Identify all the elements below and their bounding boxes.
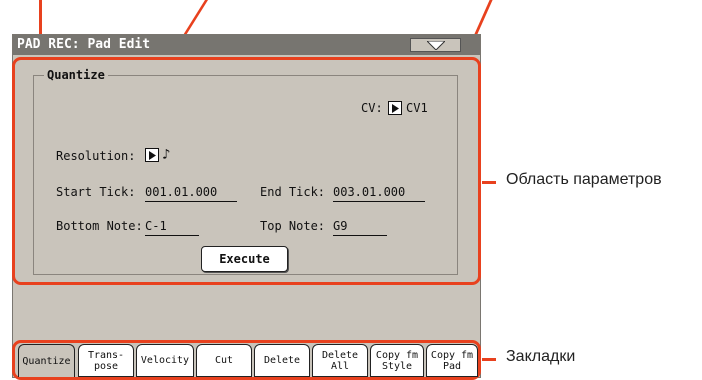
tab-copy-from-pad-label: Copy fm Pad: [430, 349, 474, 372]
tab-transpose[interactable]: Trans- pose: [78, 344, 134, 377]
tab-copy-from-style-label: Copy fm Style: [375, 349, 419, 372]
display-screen: PAD REC: Pad Edit Quantize CV: CV1 Resol…: [12, 34, 481, 380]
tab-delete-all[interactable]: Delete All: [312, 344, 368, 377]
quantize-group: Quantize CV: CV1 Resolution: ♪ Start Tic…: [33, 68, 458, 275]
top-note-label: Top Note:: [260, 219, 326, 233]
triangle-down-icon: [427, 41, 445, 50]
tab-quantize-label: Quantize: [22, 355, 71, 367]
cv-selector-button[interactable]: [388, 101, 402, 115]
bottom-note-field[interactable]: C-1: [145, 219, 199, 236]
tab-velocity-label: Velocity: [140, 355, 190, 366]
resolution-value[interactable]: ♪: [162, 148, 170, 162]
end-tick-field[interactable]: 003.01.000: [333, 185, 425, 202]
callout-tabs: Закладки: [506, 348, 576, 365]
start-tick-field[interactable]: 001.01.000: [145, 185, 237, 202]
tab-delete-all-label: Delete All: [321, 349, 359, 372]
callout-parameters-area: Область параметров: [506, 171, 662, 188]
quantize-group-label: Quantize: [44, 68, 108, 82]
cv-label: CV:: [361, 101, 383, 115]
end-tick-label: End Tick:: [260, 185, 326, 199]
callout-leader-parameters: [482, 181, 496, 184]
page-title: PAD REC: Pad Edit: [17, 37, 151, 52]
top-note-field[interactable]: G9: [333, 219, 387, 236]
page-menu-button[interactable]: [410, 38, 461, 52]
tab-cut-label: Cut: [214, 355, 234, 366]
start-tick-label: Start Tick:: [56, 185, 136, 199]
play-arrow-icon: [392, 104, 399, 113]
pointer-line-left: [39, 0, 42, 34]
tab-copy-from-style[interactable]: Copy fm Style: [370, 344, 424, 377]
tab-velocity[interactable]: Velocity: [136, 344, 194, 377]
cv-value[interactable]: CV1: [406, 101, 428, 115]
execute-button[interactable]: Execute: [201, 246, 288, 272]
title-bar: PAD REC: Pad Edit: [13, 35, 480, 55]
tab-delete[interactable]: Delete: [254, 344, 310, 377]
play-arrow-icon: [149, 151, 156, 160]
resolution-selector-button[interactable]: [145, 148, 159, 162]
tab-transpose-label: Trans- pose: [87, 349, 125, 372]
tab-delete-label: Delete: [263, 355, 301, 366]
tab-copy-from-pad[interactable]: Copy fm Pad: [426, 344, 478, 377]
resolution-label: Resolution:: [56, 149, 136, 163]
bottom-note-label: Bottom Note:: [56, 219, 143, 233]
tab-cut[interactable]: Cut: [196, 344, 252, 377]
callout-leader-tabs: [482, 358, 496, 361]
tab-quantize[interactable]: Quantize: [18, 344, 75, 377]
